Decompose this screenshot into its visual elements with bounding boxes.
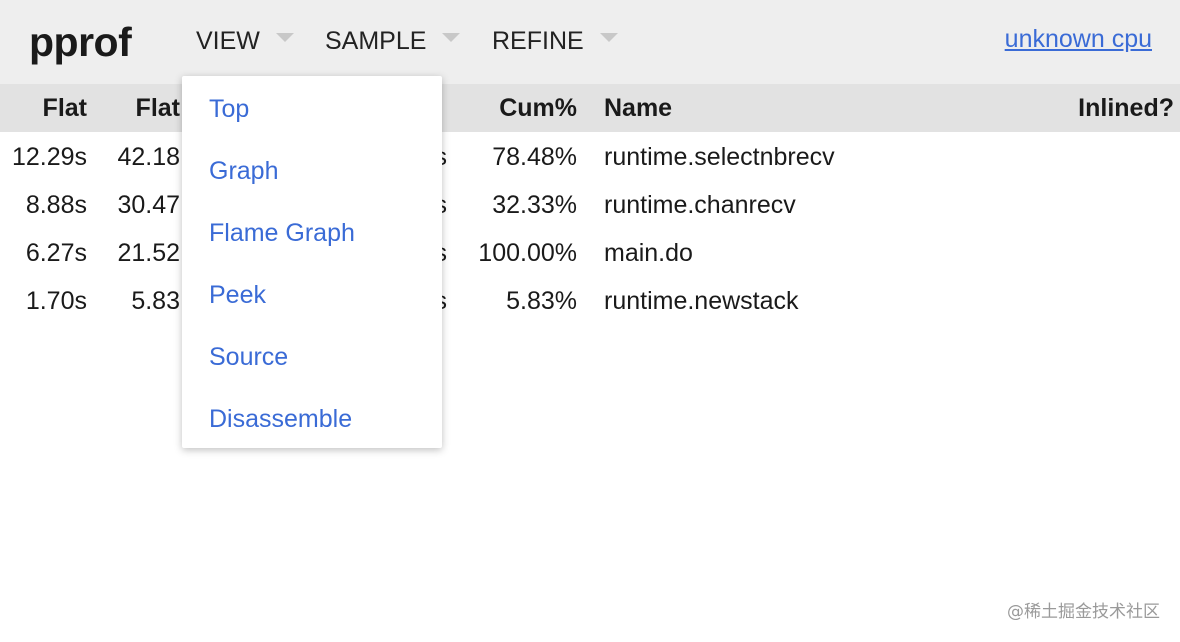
cell-flat: 6.27s	[25, 239, 87, 267]
cell-cum-percent: 78.48%	[492, 143, 577, 171]
column-header-name[interactable]: Name	[604, 93, 672, 123]
table-row[interactable]: 8.88s 30.47 s 32.33% runtime.chanrecv	[0, 180, 1180, 228]
view-menu-item-source[interactable]: Source	[209, 342, 288, 372]
menu-sample-label: SAMPLE	[325, 26, 427, 55]
cell-name: main.do	[604, 239, 693, 267]
cell-flat: 8.88s	[25, 191, 87, 219]
menu-view-label: VIEW	[196, 26, 260, 55]
column-header-inlined[interactable]: Inlined?	[1078, 93, 1174, 123]
cell-name: runtime.chanrecv	[604, 191, 796, 219]
table-row[interactable]: 1.70s 5.83 s 5.83% runtime.newstack	[0, 276, 1180, 324]
top-bar: pprof VIEW SAMPLE REFINE unknown cpu	[0, 0, 1180, 84]
app-logo: pprof	[29, 19, 132, 65]
table-row[interactable]: 6.27s 21.52 s 100.00% main.do	[0, 228, 1180, 276]
menu-refine[interactable]: REFINE	[492, 26, 618, 56]
profile-type-link[interactable]: unknown cpu	[1005, 25, 1152, 54]
menu-refine-label: REFINE	[492, 26, 584, 55]
cell-cum-percent: 5.83%	[506, 287, 577, 315]
table-header: Flat Flat n Cum% Name Inlined?	[0, 84, 1180, 132]
watermark: @稀土掘金技术社区	[1007, 602, 1160, 622]
cell-flat-percent: 42.18	[117, 143, 180, 171]
cell-flat-percent: 21.52	[117, 239, 180, 267]
menu-view[interactable]: VIEW	[196, 26, 294, 56]
cell-cum-percent: 100.00%	[478, 239, 577, 267]
caret-down-icon	[599, 32, 618, 42]
view-dropdown-menu: Top Graph Flame Graph Peek Source Disass…	[182, 76, 442, 448]
view-menu-item-flame-graph[interactable]: Flame Graph	[209, 218, 355, 248]
column-header-cum-percent[interactable]: Cum%	[499, 93, 577, 123]
view-menu-item-peek[interactable]: Peek	[209, 280, 266, 310]
cell-flat: 1.70s	[25, 287, 87, 315]
cell-flat-percent: 30.47	[117, 191, 180, 219]
view-menu-item-top[interactable]: Top	[209, 94, 249, 124]
cell-name: runtime.newstack	[604, 287, 799, 315]
caret-down-icon	[275, 32, 294, 42]
cell-flat: 12.29s	[11, 143, 87, 171]
column-header-flat-percent[interactable]: Flat	[136, 93, 180, 123]
caret-down-icon	[442, 32, 461, 42]
cell-name: runtime.selectnbrecv	[604, 143, 835, 171]
cell-cum-percent: 32.33%	[492, 191, 577, 219]
table-row[interactable]: 12.29s 42.18 s 78.48% runtime.selectnbre…	[0, 132, 1180, 180]
menu-sample[interactable]: SAMPLE	[325, 26, 461, 56]
view-menu-item-disassemble[interactable]: Disassemble	[209, 404, 352, 434]
column-header-flat[interactable]: Flat	[43, 93, 87, 123]
view-menu-item-graph[interactable]: Graph	[209, 156, 278, 186]
cell-flat-percent: 5.83	[131, 287, 180, 315]
